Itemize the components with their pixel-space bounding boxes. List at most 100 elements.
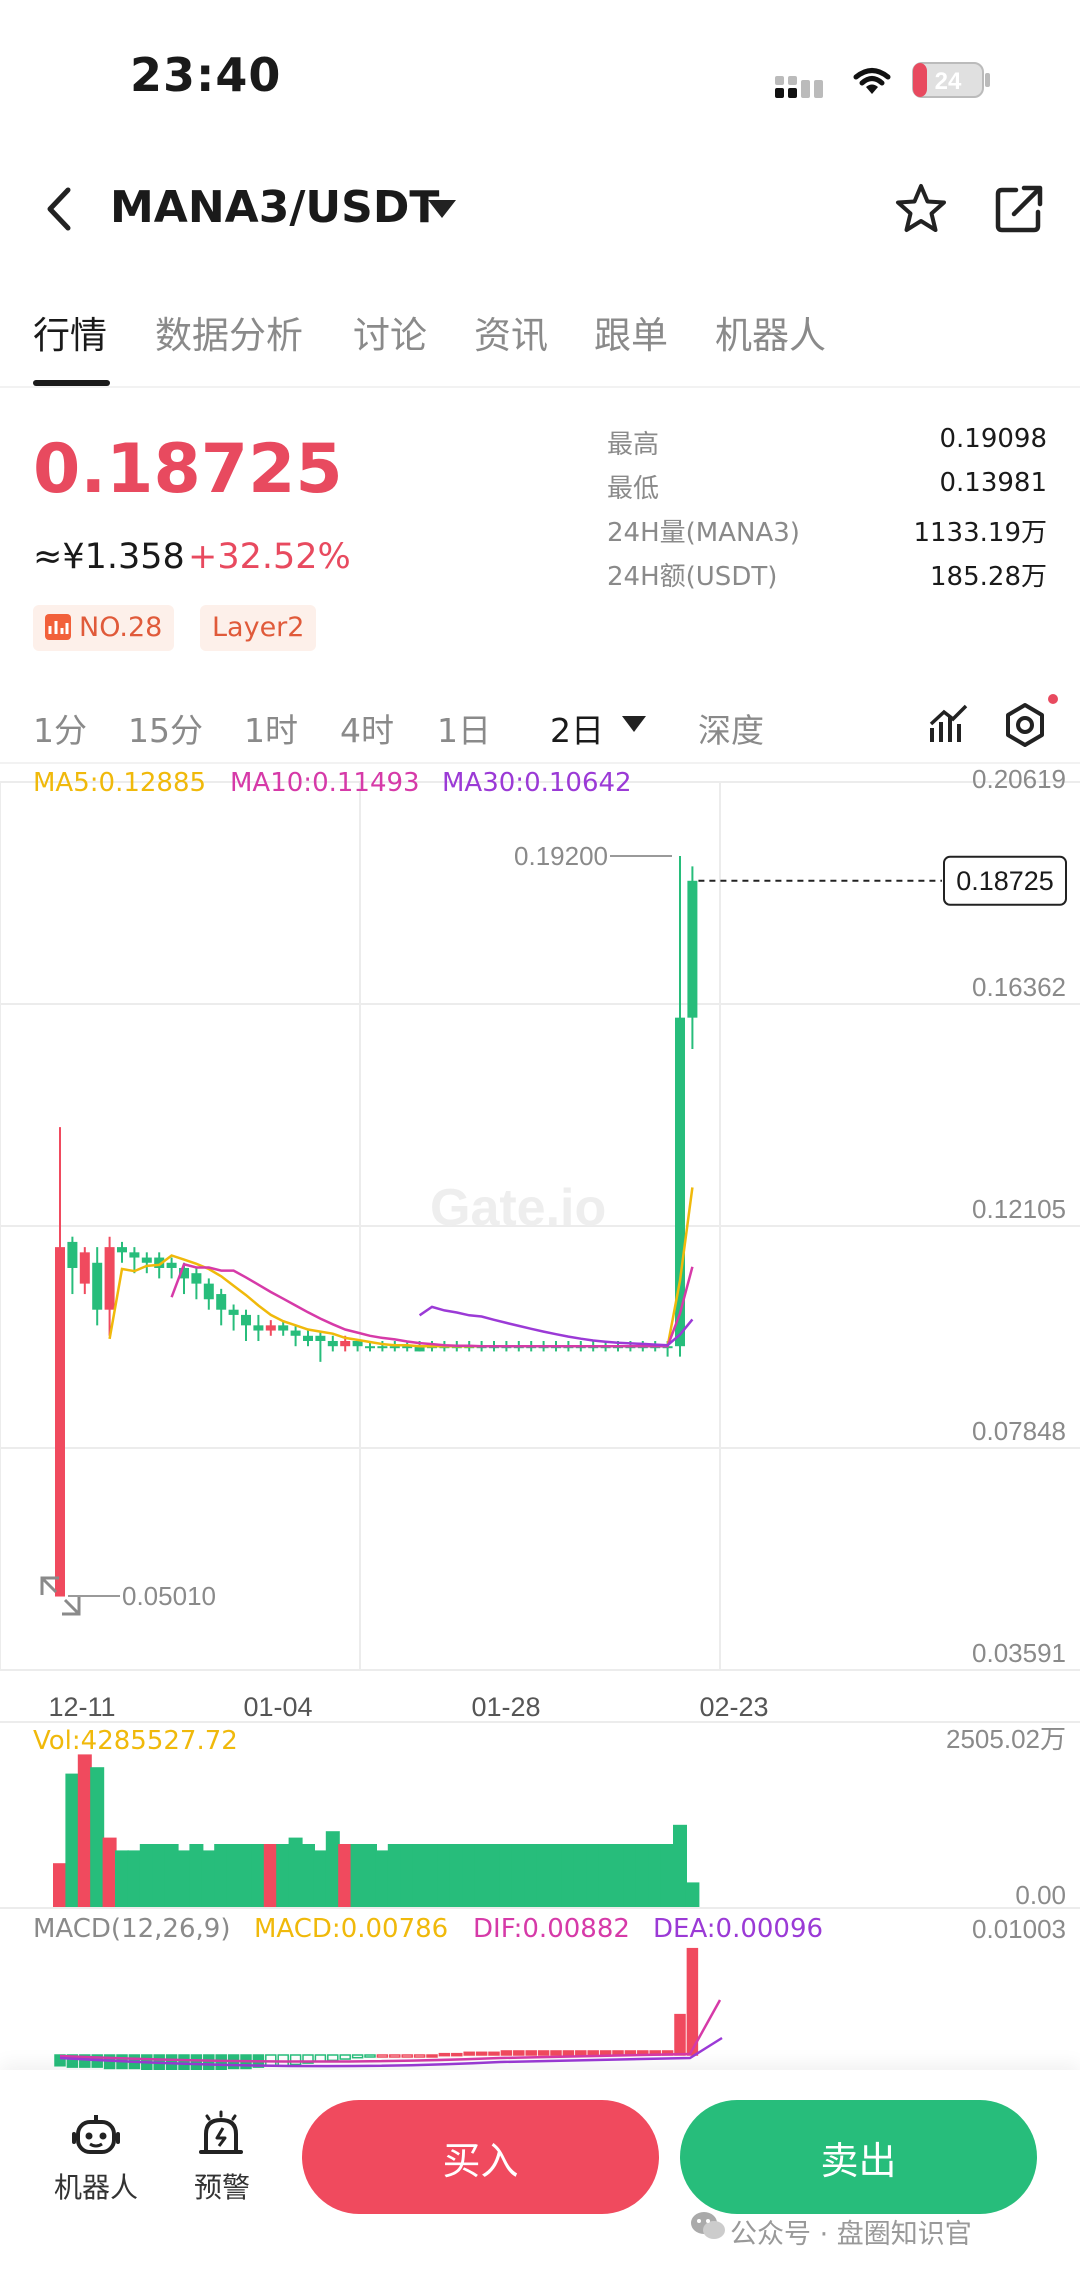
- tab-market[interactable]: 行情: [33, 305, 107, 359]
- volume-bar: [573, 1844, 588, 1908]
- volume-bar: [387, 1844, 402, 1908]
- volume-bar: [449, 1844, 464, 1908]
- settings-icon[interactable]: [1000, 700, 1050, 754]
- stat-value-volume: 1133.19万: [913, 518, 1047, 548]
- macd-bar: [190, 2054, 203, 2070]
- alert-icon[interactable]: [198, 2110, 244, 2162]
- volume-bar: [685, 1882, 700, 1908]
- x-tick-label: 01-28: [471, 1692, 540, 1722]
- candle-body: [365, 1346, 375, 1349]
- macd-bar: [289, 2054, 302, 2066]
- tab-copy-trading[interactable]: 跟单: [594, 305, 668, 359]
- macd-label: MACD:0.00786: [254, 1914, 449, 1944]
- volume-bar: [524, 1844, 539, 1908]
- price-change: +32.52%: [188, 537, 351, 577]
- macd-bar: [376, 2054, 389, 2058]
- buy-button[interactable]: 买入: [302, 2100, 659, 2214]
- y-tick-label: 0.07848: [972, 1416, 1066, 1446]
- timeframe-1m[interactable]: 1分: [33, 704, 87, 752]
- timeframe-depth[interactable]: 深度: [698, 704, 764, 752]
- tab-robot[interactable]: 机器人: [715, 305, 826, 359]
- timeframe-dropdown-icon[interactable]: [622, 716, 646, 736]
- low-marker-label: 0.05010: [122, 1581, 216, 1611]
- tab-discussion[interactable]: 讨论: [353, 305, 427, 359]
- candle-body: [191, 1273, 202, 1284]
- volume-bar: [499, 1844, 514, 1908]
- rank-label: NO.28: [79, 612, 163, 643]
- volume-bar: [288, 1837, 303, 1908]
- alert-label[interactable]: 预警: [162, 2166, 282, 2206]
- candle-body: [315, 1335, 326, 1341]
- macd-bar: [475, 2051, 488, 2056]
- stat-label-turnover: 24H额(USDT): [607, 562, 778, 592]
- volume-bar: [623, 1844, 638, 1908]
- tab-news[interactable]: 资讯: [474, 305, 548, 359]
- candle-body: [290, 1330, 301, 1336]
- timeframe-2d[interactable]: 2日: [550, 704, 604, 752]
- volume-bar: [598, 1844, 613, 1908]
- volume-bar: [648, 1844, 663, 1908]
- star-icon[interactable]: [894, 182, 948, 240]
- volume-max-label: 2505.02万: [946, 1724, 1066, 1754]
- back-icon[interactable]: [40, 186, 80, 236]
- volume-bar: [313, 1850, 328, 1908]
- wechat-icon: [690, 2210, 726, 2246]
- category-badge[interactable]: Layer2: [200, 605, 317, 651]
- macd-top-label: 0.01003: [972, 1914, 1066, 1944]
- x-tick-label: 01-04: [243, 1692, 312, 1722]
- timeframe-15m[interactable]: 15分: [128, 704, 203, 752]
- candle-body: [228, 1309, 239, 1315]
- robot-label[interactable]: 机器人: [36, 2166, 156, 2206]
- volume-bar: [115, 1850, 129, 1908]
- volume-bar: [400, 1844, 415, 1908]
- candle-body: [687, 880, 698, 1018]
- volume-bar: [536, 1844, 551, 1908]
- y-tick-label: 0.03591: [972, 1638, 1066, 1668]
- candle-body: [327, 1340, 338, 1347]
- macd-bar: [674, 2013, 686, 2056]
- pair-title[interactable]: MANA3/USDT: [110, 182, 439, 233]
- share-icon[interactable]: [994, 184, 1046, 238]
- candlestick-chart[interactable]: Gate.io 0.20619 0.16362 0.12105 0.07848 0.035…: [0, 760, 1080, 2070]
- x-tick-label: 12-11: [48, 1692, 115, 1722]
- macd-bar: [537, 2050, 550, 2056]
- battery-icon: 24: [912, 62, 992, 102]
- candle-body: [253, 1325, 264, 1331]
- robot-icon[interactable]: [72, 2112, 120, 2162]
- macd-bar: [686, 1947, 699, 2056]
- macd-bar: [513, 2050, 525, 2056]
- ma10-label: MA10:0.11493: [230, 768, 420, 798]
- volume-bar: [350, 1844, 365, 1908]
- volume-bar: [276, 1844, 291, 1908]
- sell-button[interactable]: 卖出: [680, 2100, 1037, 2214]
- timeframe-1h[interactable]: 1时: [244, 704, 298, 752]
- volume-bar: [226, 1844, 241, 1908]
- macd-bar: [500, 2050, 513, 2056]
- macd-bar: [438, 2052, 451, 2057]
- volume-bar: [611, 1844, 625, 1908]
- cny-price: ≈¥1.358: [33, 537, 185, 577]
- indicator-icon[interactable]: [928, 702, 970, 750]
- candle-body: [79, 1252, 90, 1284]
- macd-bar: [413, 2054, 426, 2058]
- macd-bar: [562, 2050, 575, 2056]
- macd-bar: [451, 2052, 463, 2057]
- volume-bar: [660, 1844, 675, 1908]
- macd-bar: [327, 2054, 339, 2062]
- macd-bar: [389, 2054, 401, 2058]
- candle-body: [166, 1262, 177, 1268]
- tab-data-analysis[interactable]: 数据分析: [155, 305, 303, 359]
- watermark-text: 公众号 · 盘圈知识官: [730, 2219, 972, 2250]
- timeframe-1d[interactable]: 1日: [437, 704, 491, 752]
- chevron-down-icon[interactable]: [428, 200, 456, 224]
- ma30-label: MA30:0.10642: [442, 768, 632, 798]
- candle-body: [203, 1283, 214, 1300]
- volume-bar: [437, 1844, 452, 1908]
- stat-value-low: 0.13981: [939, 468, 1047, 498]
- timeframe-4h[interactable]: 4时: [340, 704, 394, 752]
- volume-label: Vol:4285527.72: [33, 1726, 238, 1756]
- volume-bar: [189, 1844, 204, 1908]
- volume-bar: [201, 1850, 216, 1908]
- volume-bar: [301, 1844, 315, 1908]
- ma10-line: [170, 1262, 694, 1348]
